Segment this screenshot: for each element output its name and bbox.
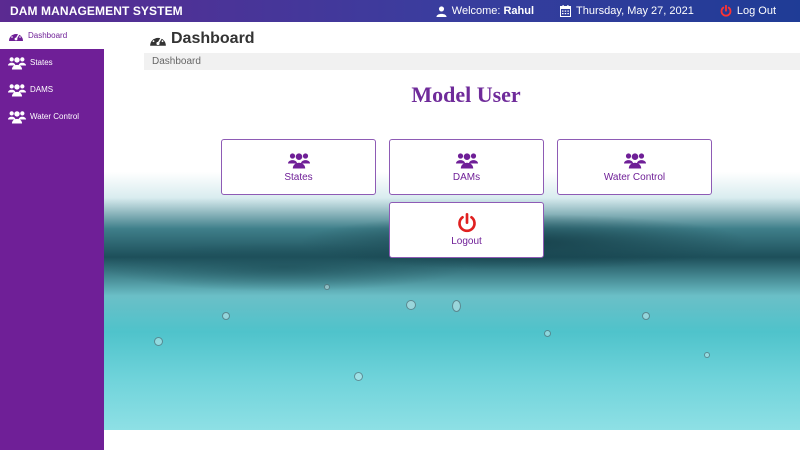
welcome-label: Welcome: <box>451 5 501 17</box>
water-droplet <box>324 284 330 290</box>
water-droplet <box>704 352 710 358</box>
app-brand: DAM MANAGEMENT SYSTEM <box>10 4 183 18</box>
users-icon <box>8 56 26 70</box>
water-droplet <box>222 312 230 320</box>
sidebar-item-label: Dashboard <box>28 31 68 40</box>
sidebar-item-label: States <box>30 58 53 67</box>
calendar-icon <box>560 5 572 17</box>
water-droplet <box>642 312 650 320</box>
logout-tile-button[interactable]: Logout <box>389 202 544 258</box>
tile-label: Logout <box>451 236 482 247</box>
users-icon <box>455 152 478 168</box>
users-icon <box>287 152 310 168</box>
users-icon <box>8 110 26 124</box>
date-text: Thursday, May 27, 2021 <box>576 5 694 17</box>
user-name: Rahul <box>503 5 535 17</box>
breadcrumb: Dashboard <box>144 53 800 70</box>
page-title: Dashboard <box>149 30 255 48</box>
top-bar: DAM MANAGEMENT SYSTEM Welcome: Rahul Thu… <box>0 0 800 22</box>
sidebar: Dashboard States DAMS Water Control <box>0 22 104 450</box>
logout-label: Log Out <box>736 5 776 17</box>
water-droplet <box>544 330 551 337</box>
breadcrumb-item[interactable]: Dashboard <box>152 56 201 67</box>
water-droplet <box>406 300 416 310</box>
water-droplet <box>452 300 461 312</box>
main-content: Dashboard Dashboard Model User States DA… <box>104 22 800 450</box>
sidebar-item-dams[interactable]: DAMS <box>0 76 104 103</box>
tile-label: DAMs <box>452 171 481 183</box>
role-heading: Model User <box>411 82 521 107</box>
current-date: Thursday, May 27, 2021 <box>560 5 694 17</box>
dashboard-icon <box>150 35 166 46</box>
dams-tile-button[interactable]: DAMs <box>389 139 544 195</box>
water-droplet <box>154 337 163 346</box>
top-bar-right: Welcome: Rahul Thursday, May 27, 2021 Lo <box>436 5 800 17</box>
sidebar-item-dashboard[interactable]: Dashboard <box>0 22 104 49</box>
dashboard-icon <box>9 32 23 41</box>
water-control-tile-button[interactable]: Water Control <box>557 139 712 195</box>
sidebar-item-label: Water Control <box>30 112 80 121</box>
users-icon <box>623 152 646 168</box>
states-tile-button[interactable]: States <box>221 139 376 195</box>
sidebar-item-states[interactable]: States <box>0 49 104 76</box>
logout-link[interactable]: Log Out <box>720 5 776 17</box>
power-icon <box>720 5 732 17</box>
tile-label: States <box>284 171 313 183</box>
users-icon <box>8 83 26 97</box>
water-droplet <box>354 372 363 381</box>
page-title-text: Dashboard <box>171 30 255 47</box>
power-icon <box>457 213 476 233</box>
user-icon <box>436 5 447 17</box>
sidebar-item-water-control[interactable]: Water Control <box>0 103 104 130</box>
sidebar-item-label: DAMS <box>30 85 54 94</box>
welcome-user: Welcome: Rahul <box>436 5 534 17</box>
tile-label: Water Control <box>603 171 666 183</box>
